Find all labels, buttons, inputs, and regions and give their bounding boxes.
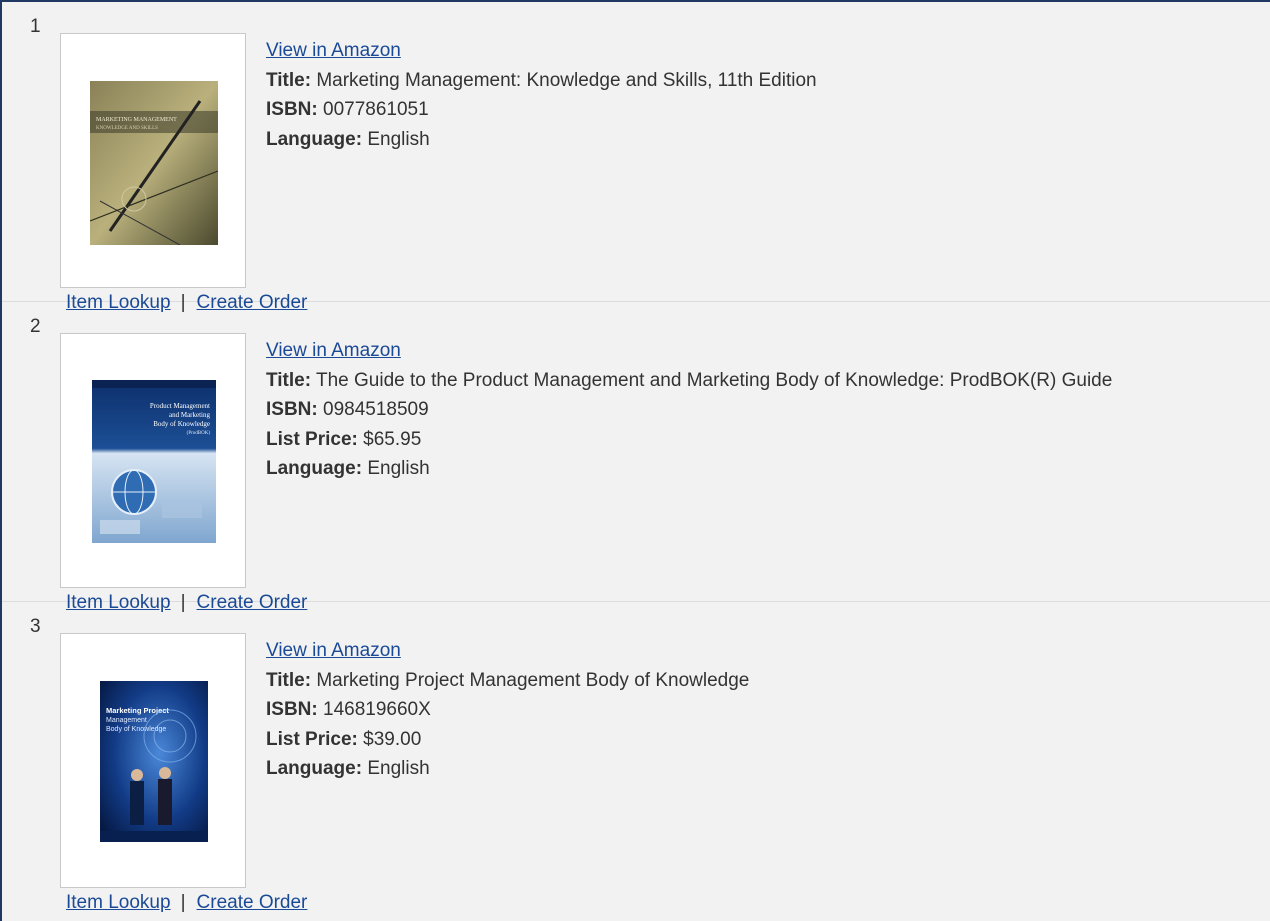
book-thumbnail[interactable]: Marketing Project Management Body of Kno… [60,633,246,888]
book-cover-image: MARKETING MANAGEMENT KNOWLEDGE AND SKILL… [90,81,218,245]
isbn-label: ISBN: [266,99,318,120]
title-value: The Guide to the Product Management and … [315,369,1113,391]
list-price-value: $65.95 [363,428,422,450]
title-label: Title: [266,69,312,91]
result-number: 1 [30,16,41,37]
action-separator: | [180,892,186,913]
svg-text:MARKETING MANAGEMENT: MARKETING MANAGEMENT [96,117,177,123]
svg-text:Body of Knowledge: Body of Knowledge [153,420,210,428]
view-in-amazon-link[interactable]: View in Amazon [266,336,1270,366]
book-details: View in Amazon Title: The Guide to the P… [266,336,1270,484]
title-value: Marketing Management: Knowledge and Skil… [316,69,817,91]
title-value: Marketing Project Management Body of Kno… [316,669,750,691]
book-details: View in Amazon Title: Marketing Manageme… [266,36,1270,154]
list-price-line: List Price: $39.00 [266,725,1270,755]
book-details: View in Amazon Title: Marketing Project … [266,636,1270,784]
row-actions: Item Lookup | Create Order [66,892,307,914]
language-value: English [367,128,430,150]
isbn-label: ISBN: [266,399,318,420]
svg-text:Body of Knowledge: Body of Knowledge [106,726,166,733]
isbn-value: 146819660X [323,699,431,720]
list-price-label: List Price: [266,428,358,450]
language-line: Language: English [266,125,1270,155]
svg-text:(ProdBOK): (ProdBOK) [187,431,211,436]
title-line: Title: Marketing Project Management Body… [266,666,1270,696]
isbn-value: 0984518509 [323,399,429,420]
isbn-line: ISBN: 0984518509 [266,395,1270,425]
view-in-amazon-link[interactable]: View in Amazon [266,636,1270,666]
view-in-amazon-link[interactable]: View in Amazon [266,36,1270,66]
title-line: Title: Marketing Management: Knowledge a… [266,66,1270,96]
language-label: Language: [266,758,363,779]
svg-text:Product Management: Product Management [150,402,210,410]
result-row: 1 MARKETING MANAGEMENT KNOWLEDGE AND SKI… [2,2,1270,313]
isbn-line: ISBN: 0077861051 [266,95,1270,125]
book-cover-image: Marketing Project Management Body of Kno… [100,681,208,842]
results-panel: 1 MARKETING MANAGEMENT KNOWLEDGE AND SKI… [0,0,1270,921]
result-number: 2 [30,316,41,337]
book-cover-image: Product Management and Marketing Body of… [92,380,216,543]
title-line: Title: The Guide to the Product Manageme… [266,366,1270,396]
svg-text:and Marketing: and Marketing [169,411,211,419]
isbn-line: ISBN: 146819660X [266,695,1270,725]
language-value: English [367,758,430,779]
result-row: 3 Marketing Project Management Body of K… [2,602,1270,913]
list-price-value: $39.00 [363,728,422,750]
svg-text:Management: Management [106,717,147,724]
isbn-label: ISBN: [266,699,318,720]
title-label: Title: [266,669,312,691]
svg-text:Marketing Project: Marketing Project [106,706,169,715]
language-value: English [367,458,430,479]
isbn-value: 0077861051 [323,99,429,120]
language-label: Language: [266,458,363,479]
language-label: Language: [266,128,363,150]
result-number: 3 [30,616,41,637]
language-line: Language: English [266,454,1270,484]
result-row: 2 Product Management and Marketing Body … [2,302,1270,613]
list-price-label: List Price: [266,728,358,750]
list-price-line: List Price: $65.95 [266,425,1270,455]
language-line: Language: English [266,754,1270,784]
title-label: Title: [266,369,312,391]
create-order-link[interactable]: Create Order [197,892,308,913]
svg-text:KNOWLEDGE AND SKILLS: KNOWLEDGE AND SKILLS [96,126,158,131]
book-thumbnail[interactable]: Product Management and Marketing Body of… [60,333,246,588]
book-thumbnail[interactable]: MARKETING MANAGEMENT KNOWLEDGE AND SKILL… [60,33,246,288]
item-lookup-link[interactable]: Item Lookup [66,892,171,913]
